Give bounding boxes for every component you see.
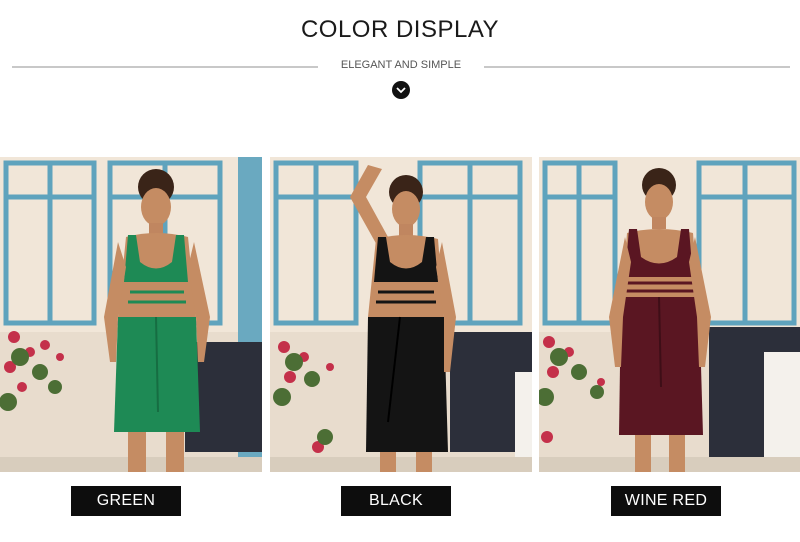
color-label-wine-red: WINE RED — [611, 486, 721, 516]
product-photo-green — [0, 157, 262, 472]
divider-left — [12, 66, 318, 68]
page-subtitle: ELEGANT AND SIMPLE — [340, 59, 462, 71]
color-label-black: BLACK — [341, 486, 451, 516]
chevron-down-icon[interactable] — [392, 81, 410, 99]
product-photo-black — [270, 157, 532, 472]
product-photo-wine-red — [539, 157, 800, 472]
color-label-green: GREEN — [71, 486, 181, 516]
divider-right — [484, 66, 790, 68]
page-title: COLOR DISPLAY — [300, 16, 500, 43]
